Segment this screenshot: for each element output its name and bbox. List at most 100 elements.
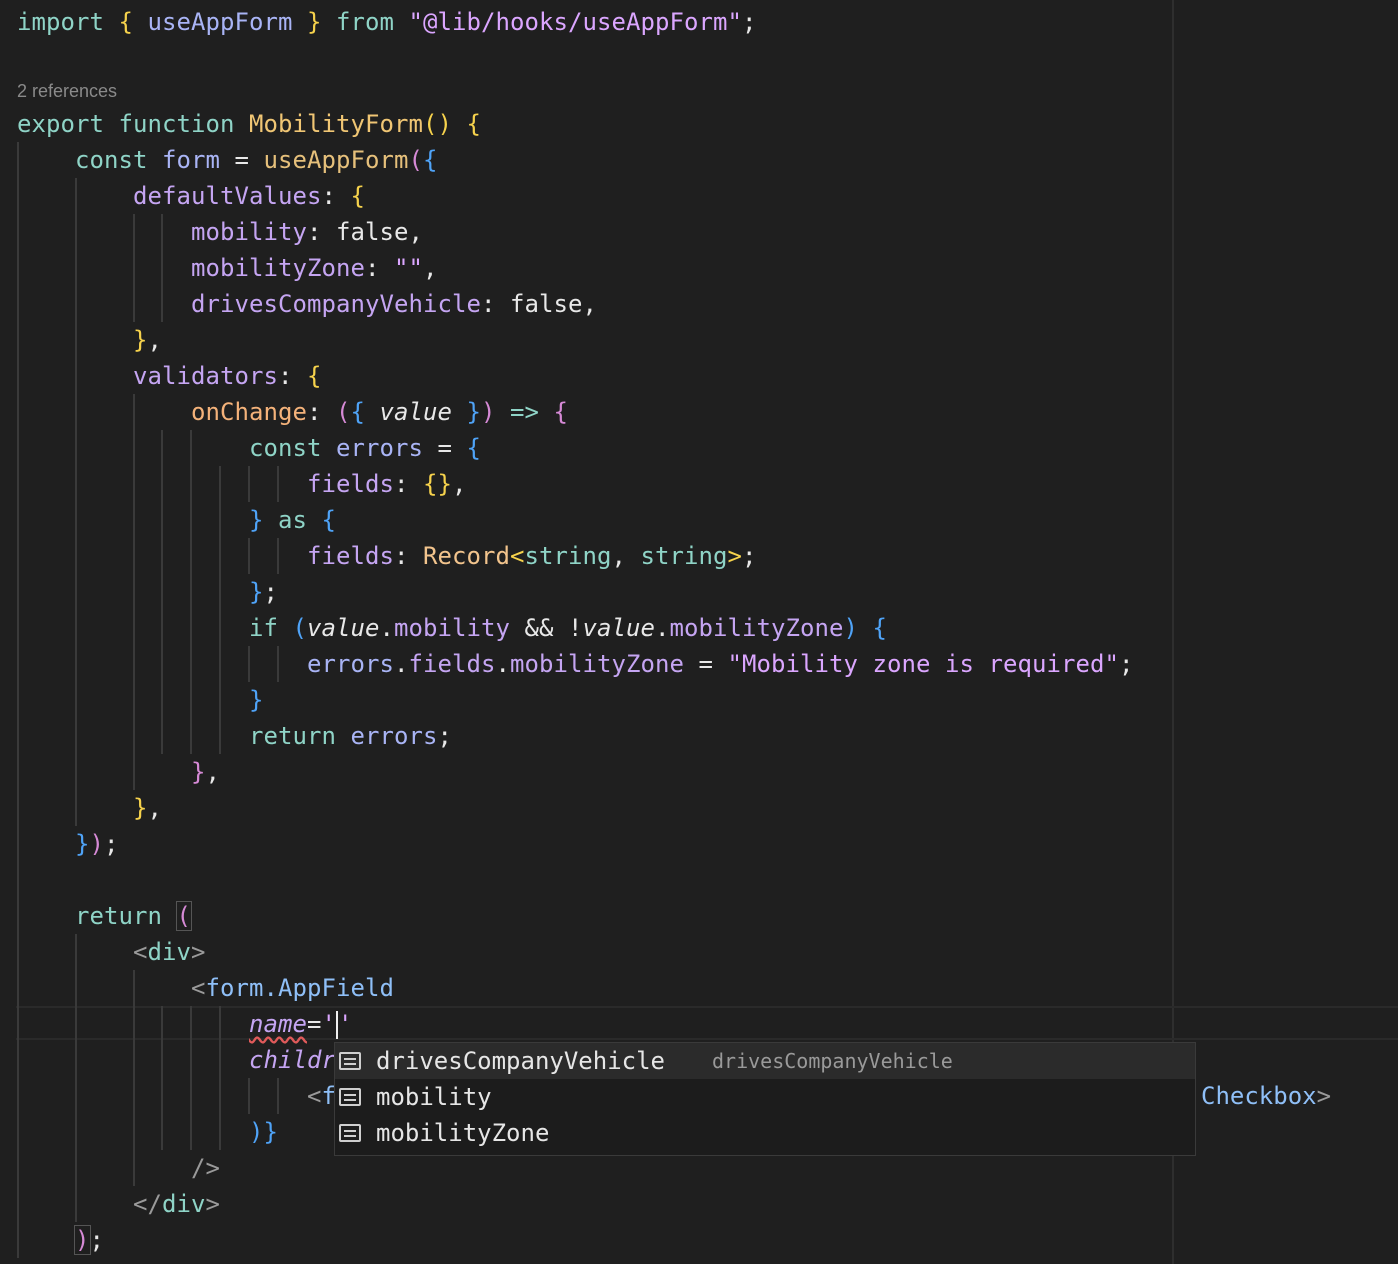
token: . — [495, 650, 510, 678]
token: ; — [104, 830, 119, 858]
token: , — [205, 758, 220, 786]
token: = — [698, 650, 713, 678]
token: { — [350, 182, 365, 210]
token: import — [17, 8, 104, 36]
token: childr — [249, 1046, 336, 1074]
token: fields — [306, 542, 394, 570]
token: mobility — [394, 614, 510, 642]
token: Record — [422, 542, 510, 570]
token: < — [191, 974, 206, 1002]
token: if — [249, 614, 278, 642]
token: string — [524, 542, 612, 570]
token: { — [872, 614, 887, 642]
suggestion-item[interactable]: drivesCompanyVehicle drivesCompanyVehicl… — [335, 1043, 1195, 1079]
code-line: }); — [17, 826, 119, 862]
token: } — [133, 794, 148, 822]
token: () — [423, 110, 452, 138]
suggestion-label: mobility — [376, 1083, 492, 1111]
token: drivesCompanyVehicle — [191, 290, 481, 318]
code-line: <div> — [17, 934, 206, 970]
token: ( — [336, 398, 351, 426]
token: } — [249, 578, 264, 606]
token: : — [278, 362, 293, 390]
token: "" — [394, 254, 423, 282]
code-line: }; — [17, 574, 278, 610]
token: , — [147, 326, 162, 354]
token: { — [466, 434, 481, 462]
code-line: fields: Record<string, string>; — [17, 538, 756, 574]
token: MobilityForm — [249, 110, 423, 138]
token: value — [582, 614, 655, 642]
token: return — [249, 722, 336, 750]
suggestion-label: drivesCompanyVehicle — [376, 1047, 665, 1075]
token: ) — [843, 614, 858, 642]
token: /> — [191, 1154, 220, 1182]
token: : — [480, 290, 496, 318]
code-line: defaultValues: { — [17, 178, 365, 214]
autocomplete-suggestions[interactable]: drivesCompanyVehicle drivesCompanyVehicl… — [334, 1042, 1196, 1156]
code-editor[interactable]: import { useAppForm } from "@lib/hooks/u… — [0, 0, 1398, 1264]
codelens-references[interactable]: 2 references — [17, 78, 117, 104]
token: } — [466, 398, 481, 426]
token: = — [307, 1010, 322, 1038]
token: function — [118, 110, 235, 138]
token: mobility — [191, 218, 307, 246]
token: , — [451, 470, 467, 498]
token: ) — [249, 1118, 264, 1146]
token: fields — [306, 470, 394, 498]
code-line: <form.AppField — [17, 970, 394, 1006]
token: . — [655, 614, 670, 642]
token: ; — [263, 578, 278, 606]
token: useAppForm — [263, 146, 409, 174]
code-line: return errors; — [17, 718, 452, 754]
token: mobilityZone — [669, 614, 844, 642]
token: ( — [408, 146, 423, 174]
token: ; — [437, 722, 452, 750]
token: > — [727, 542, 742, 570]
token: } — [263, 1118, 278, 1146]
token: } — [75, 830, 90, 858]
token: : — [393, 470, 409, 498]
code-line: }, — [17, 754, 220, 790]
code-line: const form = useAppForm({ — [17, 142, 438, 178]
code-line: validators: { — [17, 358, 322, 394]
code-line: )} — [17, 1114, 278, 1150]
token: div — [162, 1190, 206, 1218]
token: mobilityZone — [191, 254, 365, 282]
token: { — [350, 398, 365, 426]
suggestion-item[interactable]: mobilityZone — [335, 1115, 1195, 1151]
code-line: fields: {}, — [17, 466, 466, 502]
token: : — [365, 254, 380, 282]
token: } — [249, 506, 264, 534]
token: div — [147, 938, 191, 966]
token: const — [249, 434, 322, 462]
code-line-current[interactable]: name='' — [17, 1006, 353, 1042]
token: ; — [741, 542, 757, 570]
suggestion-item[interactable]: mobility — [335, 1079, 1195, 1115]
code-line: export function MobilityForm() { — [17, 106, 481, 142]
token: { — [423, 146, 438, 174]
token: ( — [175, 901, 192, 931]
token: name — [249, 1010, 307, 1038]
token: ! — [568, 614, 583, 642]
token: value — [379, 398, 452, 426]
token: : — [321, 182, 336, 210]
token: "@lib/hooks/useAppForm" — [408, 8, 742, 36]
token: return — [75, 902, 162, 930]
token: { — [307, 362, 322, 390]
token: . — [393, 650, 409, 678]
token: : — [393, 542, 409, 570]
token: Checkbox — [1201, 1082, 1317, 1110]
suggestion-label: mobilityZone — [376, 1119, 550, 1147]
token: < — [509, 542, 525, 570]
token: mobilityZone — [509, 650, 684, 678]
token: : — [307, 218, 322, 246]
token: < — [133, 938, 148, 966]
code-line: childr — [17, 1042, 336, 1078]
token: errors — [350, 722, 438, 750]
code-line: onChange: ({ value }) => { — [17, 394, 568, 430]
token: ) — [481, 398, 496, 426]
code-line: }, — [17, 322, 162, 358]
code-line: return ( — [17, 898, 192, 934]
code-line-tail: Checkbox> — [1201, 1078, 1331, 1114]
